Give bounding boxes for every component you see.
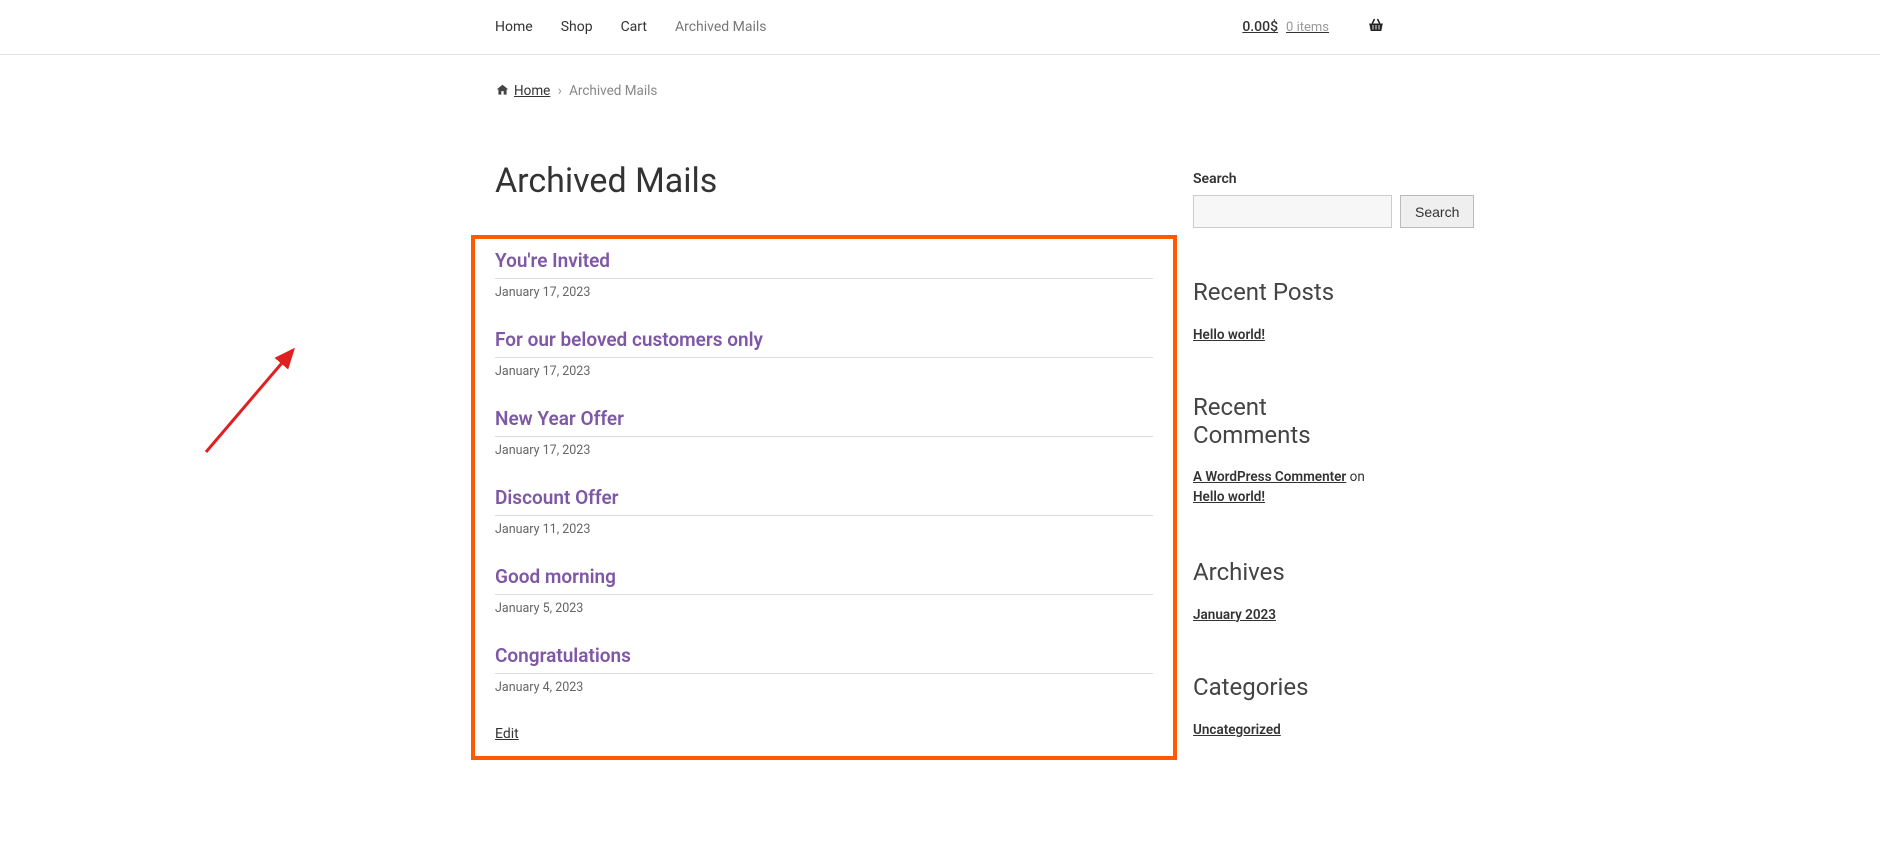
post-item: New Year Offer January 17, 2023 — [495, 407, 1153, 458]
cart-items-count: 0 items — [1286, 20, 1329, 35]
archive-link[interactable]: January 2023 — [1193, 607, 1276, 623]
post-item: You're Invited January 17, 2023 — [495, 249, 1153, 300]
post-item: For our beloved customers only January 1… — [495, 328, 1153, 379]
home-icon — [495, 83, 510, 101]
edit-link[interactable]: Edit — [495, 726, 519, 742]
cart-link[interactable]: 0.00$ 0 items — [1242, 17, 1385, 37]
commenter-link[interactable]: A WordPress Commenter — [1193, 469, 1346, 485]
comment-post-link[interactable]: Hello world! — [1193, 489, 1265, 505]
post-link[interactable]: Discount Offer — [495, 486, 619, 509]
post-item: Good morning January 5, 2023 — [495, 565, 1153, 616]
breadcrumb-home[interactable]: Home — [514, 83, 550, 99]
sidebar: Search Search Recent Posts Hello world! … — [1193, 83, 1385, 788]
nav-home[interactable]: Home — [495, 19, 533, 35]
search-widget: Search Search — [1193, 171, 1385, 228]
post-date: January 17, 2023 — [495, 443, 1153, 458]
highlighted-posts-box: You're Invited January 17, 2023 For our … — [471, 235, 1177, 760]
category-link[interactable]: Uncategorized — [1193, 722, 1281, 738]
breadcrumb-separator: › — [558, 83, 562, 99]
recent-post-link[interactable]: Hello world! — [1193, 327, 1265, 343]
archives-widget: Archives January 2023 — [1193, 558, 1385, 623]
recent-posts-title: Recent Posts — [1193, 278, 1385, 306]
post-link[interactable]: You're Invited — [495, 249, 610, 272]
post-link[interactable]: Good morning — [495, 565, 616, 588]
recent-comments-widget: Recent Comments A WordPress Commenter on… — [1193, 393, 1385, 508]
page-title: Archived Mails — [495, 161, 1153, 201]
post-date: January 11, 2023 — [495, 522, 1153, 537]
basket-icon — [1367, 17, 1385, 37]
post-date: January 17, 2023 — [495, 364, 1153, 379]
post-date: January 4, 2023 — [495, 680, 1153, 695]
archives-title: Archives — [1193, 558, 1385, 586]
search-button[interactable]: Search — [1400, 195, 1474, 228]
post-link[interactable]: Congratulations — [495, 644, 631, 667]
post-item: Discount Offer January 11, 2023 — [495, 486, 1153, 537]
post-date: January 17, 2023 — [495, 285, 1153, 300]
search-label: Search — [1193, 171, 1385, 187]
search-input[interactable] — [1193, 195, 1392, 228]
post-date: January 5, 2023 — [495, 601, 1153, 616]
breadcrumb: Home › Archived Mails — [495, 83, 1153, 101]
top-nav: Home Shop Cart Archived Mails — [495, 19, 767, 35]
post-link[interactable]: New Year Offer — [495, 407, 624, 430]
nav-shop[interactable]: Shop — [561, 19, 593, 35]
breadcrumb-current: Archived Mails — [569, 83, 657, 99]
categories-widget: Categories Uncategorized — [1193, 673, 1385, 738]
recent-comments-title: Recent Comments — [1193, 393, 1385, 449]
post-link[interactable]: For our beloved customers only — [495, 328, 763, 351]
recent-posts-widget: Recent Posts Hello world! — [1193, 278, 1385, 343]
annotation-arrow — [198, 332, 318, 472]
post-item: Congratulations January 4, 2023 — [495, 644, 1153, 695]
nav-archived-mails[interactable]: Archived Mails — [675, 19, 767, 35]
on-text: on — [1346, 469, 1365, 485]
cart-amount: 0.00$ — [1242, 19, 1278, 35]
nav-cart[interactable]: Cart — [621, 19, 647, 35]
categories-title: Categories — [1193, 673, 1385, 701]
